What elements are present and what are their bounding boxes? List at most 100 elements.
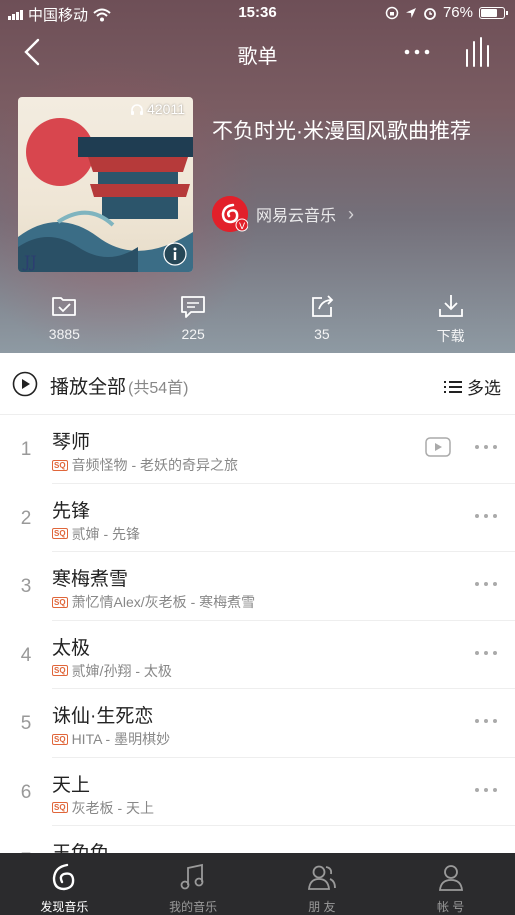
netease-music-icon xyxy=(53,863,75,891)
song-artist-album: HITA - 墨明棋妙 xyxy=(71,731,171,747)
tab-my-music[interactable]: 我的音乐 xyxy=(129,853,258,915)
netease-logo-icon: V xyxy=(212,196,249,232)
sq-badge: SQ xyxy=(52,802,68,813)
share-icon xyxy=(311,295,334,317)
multi-select-label: 多选 xyxy=(467,379,501,398)
battery-icon xyxy=(479,6,508,19)
song-title: 寒梅煮雪 xyxy=(52,569,129,590)
song-row[interactable]: 4 太极 SQ 贰婶/孙翔 - 太极 xyxy=(0,621,515,689)
status-bar: 中国移动 15:36 76% xyxy=(0,0,515,26)
play-circle-icon[interactable] xyxy=(12,371,38,397)
play-count-value: 42011 xyxy=(147,101,185,117)
song-title: 琴师 xyxy=(52,432,91,453)
location-icon xyxy=(405,7,416,18)
alarm-icon xyxy=(424,7,436,20)
tab-discover[interactable]: 发现音乐 xyxy=(0,853,129,915)
action-bar: 3885 225 35 下载 xyxy=(0,292,515,348)
download-button[interactable]: 下载 xyxy=(386,292,515,348)
song-info: 琴师 SQ 音频怪物 - 老妖的奇异之旅 xyxy=(52,415,515,484)
song-row[interactable]: 6 天上 SQ 灰老板 - 天上 xyxy=(0,758,515,826)
comment-button[interactable]: 225 xyxy=(129,292,258,348)
song-more-icon[interactable] xyxy=(473,576,499,592)
sq-badge: SQ xyxy=(52,596,68,608)
user-icon xyxy=(438,865,463,891)
song-info: 先锋 SQ 贰婶 - 先锋 xyxy=(52,484,515,552)
song-number: 6 xyxy=(20,781,32,803)
song-artist-album: 贰婶 - 先锋 xyxy=(71,525,141,542)
svg-text:V: V xyxy=(239,222,246,232)
song-artist-album: 音频怪物 - 老妖的奇异之旅 xyxy=(71,457,239,473)
nav-bar: 歌单 xyxy=(0,30,515,74)
friends-icon xyxy=(307,865,336,890)
favorite-folder-icon xyxy=(52,297,77,316)
song-more-icon[interactable] xyxy=(473,713,499,729)
song-more-icon[interactable] xyxy=(473,508,499,524)
song-row[interactable]: 2 先锋 SQ 贰婶 - 先锋 xyxy=(0,484,515,552)
song-subtitle: SQ HITA - 墨明棋妙 xyxy=(52,729,170,749)
song-row[interactable]: 1 琴师 SQ 音频怪物 - 老妖的奇异之旅 xyxy=(0,415,515,484)
play-all-text: 播放全部 xyxy=(50,377,127,398)
song-title: 天上 xyxy=(52,774,91,796)
song-info: 天上 SQ 灰老板 - 天上 xyxy=(52,758,515,826)
more-icon[interactable] xyxy=(397,36,437,68)
tab-account-label: 帐 号 xyxy=(436,900,465,914)
tab-friends[interactable]: 朋 友 xyxy=(258,853,387,915)
sq-badge: SQ xyxy=(52,528,68,539)
song-number: 3 xyxy=(20,576,32,597)
song-row[interactable]: 3 寒梅煮雪 SQ 萧忆情Alex/灰老板 - 寒梅煮雪 xyxy=(0,552,515,621)
tab-my-music-label: 我的音乐 xyxy=(169,900,218,914)
song-artist-album: 贰婶/孙翔 - 太极 xyxy=(71,662,172,679)
song-more-icon[interactable] xyxy=(473,782,499,798)
song-number: 4 xyxy=(20,644,32,666)
song-info: 诛仙·生死恋 SQ HITA - 墨明棋妙 xyxy=(52,689,515,758)
play-all-row[interactable]: 播放全部 (共54首) 多选 xyxy=(0,353,515,415)
tab-account[interactable]: 帐 号 xyxy=(386,853,515,915)
song-info: 寒梅煮雪 SQ 萧忆情Alex/灰老板 - 寒梅煮雪 xyxy=(52,552,515,621)
playlist-header: 中国移动 15:36 76% 歌单 JJ 42011 不负时光·米漫国风歌曲推荐… xyxy=(0,0,515,353)
info-icon[interactable] xyxy=(163,242,187,266)
song-artist-album: 灰老板 - 天上 xyxy=(71,799,155,816)
song-row[interactable]: 5 诛仙·生死恋 SQ HITA - 墨明棋妙 xyxy=(0,689,515,758)
song-subtitle: SQ 贰婶 - 先锋 xyxy=(52,524,140,544)
status-right: 76% xyxy=(385,4,508,21)
song-row[interactable]: 7玉兔兔 xyxy=(0,826,515,853)
song-more-icon[interactable] xyxy=(473,645,499,661)
headphone-icon xyxy=(131,103,144,115)
song-artist-album: 萧忆情Alex/灰老板 - 寒梅煮雪 xyxy=(71,594,256,610)
song-title: 太极 xyxy=(52,637,91,659)
tab-discover-label: 发现音乐 xyxy=(40,900,89,914)
creator-link[interactable]: V 网易云音乐 › xyxy=(212,196,354,232)
now-playing-icon[interactable] xyxy=(461,36,497,68)
mv-play-icon[interactable] xyxy=(425,437,451,457)
song-title: 玉兔兔 xyxy=(52,838,109,853)
collect-count: 3885 xyxy=(48,326,80,342)
battery-fill xyxy=(481,8,497,17)
comment-icon xyxy=(181,296,206,318)
battery-percent: 76% xyxy=(442,4,473,21)
creator-name: 网易云音乐 xyxy=(256,208,337,225)
song-list: 播放全部 (共54首) 多选 1 琴师 SQ 音频怪物 - 老妖的奇异之旅 2 先锋 SQ 贰婶… xyxy=(0,353,515,853)
playlist-title: 不负时光·米漫国风歌曲推荐 xyxy=(212,120,471,143)
song-info: 太极 SQ 贰婶/孙翔 - 太极 xyxy=(52,621,515,689)
song-subtitle: SQ 萧忆情Alex/灰老板 - 寒梅煮雪 xyxy=(52,592,255,612)
song-count: (共54首) xyxy=(128,380,189,397)
multi-select-button[interactable]: 多选 xyxy=(443,374,501,399)
song-subtitle: SQ 音频怪物 - 老妖的奇异之旅 xyxy=(52,455,238,475)
playlist-cover[interactable]: JJ 42011 xyxy=(18,97,193,272)
song-number: 5 xyxy=(20,713,32,734)
song-more-icon[interactable] xyxy=(473,439,499,455)
sq-badge: SQ xyxy=(52,733,68,745)
songs-container: 1 琴师 SQ 音频怪物 - 老妖的奇异之旅 2 先锋 SQ 贰婶 - 先锋 3 寒梅煮雪 SQ 萧忆… xyxy=(0,415,515,853)
download-label: 下载 xyxy=(436,328,465,344)
song-number: 1 xyxy=(20,439,32,460)
song-title: 诛仙·生死恋 xyxy=(52,706,154,727)
tab-bar: 发现音乐 我的音乐 朋 友 帐 号 xyxy=(0,853,515,915)
list-icon xyxy=(444,380,462,393)
song-title: 先锋 xyxy=(52,500,91,522)
chevron-right-icon: › xyxy=(348,203,355,224)
share-button[interactable]: 35 xyxy=(258,292,387,348)
collect-button[interactable]: 3885 xyxy=(0,292,129,348)
play-all-label: 播放全部 (共54首) xyxy=(50,372,188,399)
play-count: 42011 xyxy=(130,101,185,117)
song-number: 2 xyxy=(20,507,32,529)
